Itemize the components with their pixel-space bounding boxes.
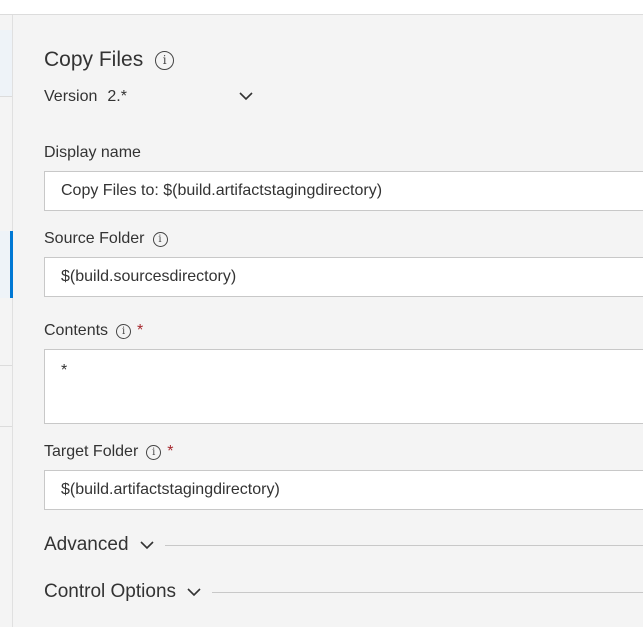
display-name-label-text: Display name [44,144,141,161]
divider [0,96,12,97]
control-options-section-toggle[interactable]: Control Options [44,578,643,606]
divider [0,365,12,366]
info-icon[interactable]: i [155,50,175,70]
chevron-down-icon[interactable] [238,90,254,102]
target-folder-input[interactable]: $(build.artifactstagingdirectory) [44,470,643,510]
section-divider [164,544,643,546]
info-icon[interactable]: i [116,323,132,339]
version-value: 2.* [107,88,127,105]
target-folder-value: $(build.artifactstagingdirectory) [61,481,280,498]
task-header: Copy Files i [44,48,175,72]
version-label: Version [44,88,98,105]
chevron-down-icon [187,588,201,597]
version-selector[interactable]: Version 2.* [44,88,127,106]
contents-textarea[interactable]: * [44,349,643,424]
info-icon[interactable]: i [146,444,162,460]
contents-label: Contents i * [44,322,143,340]
display-name-input[interactable]: Copy Files to: $(build.artifactstagingdi… [44,171,643,211]
source-folder-input[interactable]: $(build.sourcesdirectory) [44,257,643,297]
advanced-section-title: Advanced [44,534,129,555]
contents-label-text: Contents [44,322,109,339]
task-title: Copy Files [44,48,144,71]
task-list-item[interactable] [0,30,12,96]
contents-value: * [61,362,68,379]
divider [0,426,12,427]
source-folder-label-text: Source Folder [44,230,145,247]
advanced-section-toggle[interactable]: Advanced [44,531,643,559]
display-name-label: Display name [44,144,141,162]
required-marker: * [137,322,144,339]
target-folder-label-text: Target Folder [44,443,139,460]
section-divider [212,591,643,593]
source-folder-label: Source Folder i [44,230,168,248]
required-marker: * [167,443,174,460]
task-list-rail [0,15,13,627]
display-name-value: Copy Files to: $(build.artifactstagingdi… [61,182,383,199]
control-options-section-title: Control Options [44,581,177,602]
target-folder-label: Target Folder i * [44,443,174,461]
source-folder-value: $(build.sourcesdirectory) [61,268,237,285]
top-bar [0,0,643,15]
chevron-down-icon [139,541,154,550]
selected-task-indicator [10,231,13,298]
info-icon[interactable]: i [152,231,168,247]
